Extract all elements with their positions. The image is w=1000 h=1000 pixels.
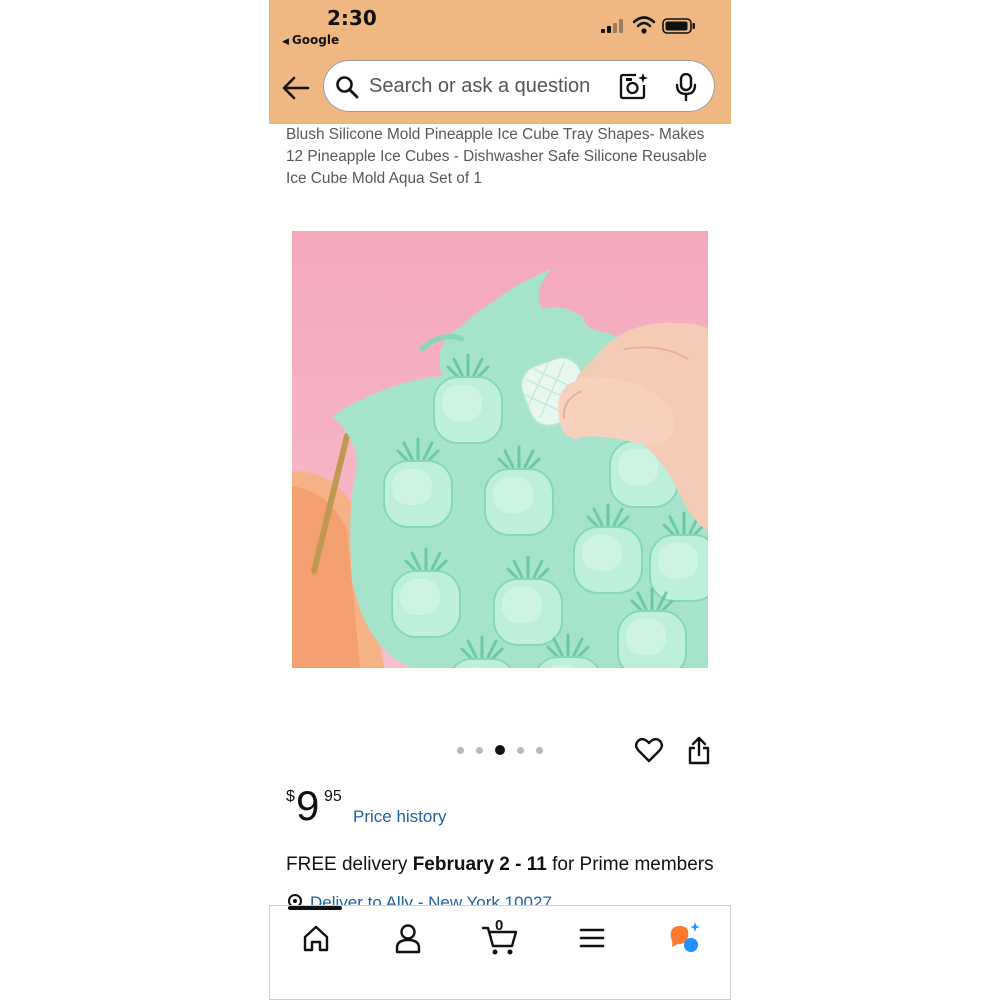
bottom-nav-bar: 0: [269, 905, 731, 1000]
back-to-app-link[interactable]: ◀ Google: [282, 33, 339, 47]
share-icon[interactable]: [687, 735, 711, 765]
product-title[interactable]: Blush Silicone Mold Pineapple Ice Cube T…: [286, 124, 721, 190]
carousel-dot[interactable]: [457, 746, 464, 754]
delivery-dates: February 2 - 11: [412, 854, 547, 875]
delivery-suffix: for Prime members: [546, 854, 714, 875]
menu-icon[interactable]: [572, 920, 612, 956]
product-image[interactable]: [292, 231, 708, 668]
rufus-assistant-icon[interactable]: [664, 920, 704, 956]
search-input[interactable]: [369, 73, 599, 99]
wifi-icon: [633, 16, 655, 34]
signal-icon: [601, 19, 623, 33]
cart-count: 0: [495, 917, 504, 934]
carousel-dot[interactable]: [536, 746, 543, 754]
price-history-link[interactable]: Price history: [353, 807, 447, 827]
battery-icon: [662, 18, 695, 34]
back-app-label: Google: [291, 33, 340, 47]
image-carousel-dots[interactable]: [457, 745, 543, 755]
carousel-dot[interactable]: [476, 746, 483, 754]
back-arrow-icon[interactable]: [281, 74, 311, 102]
price-fraction: 95: [324, 788, 342, 805]
app-header: 2:30 ◀ Google: [269, 0, 731, 124]
carousel-dot-active[interactable]: [495, 745, 505, 755]
search-icon: [336, 76, 359, 99]
carousel-dot[interactable]: [517, 746, 524, 754]
delivery-prefix: FREE delivery: [286, 854, 413, 875]
price-whole: 9: [296, 782, 320, 829]
phone-screen: 2:30 ◀ Google Search or ask a question B…: [269, 0, 731, 1000]
home-icon[interactable]: [296, 920, 336, 956]
heart-icon[interactable]: [635, 737, 663, 763]
active-tab-indicator: [288, 906, 342, 910]
camera-search-icon[interactable]: [619, 72, 649, 100]
search-bar[interactable]: [323, 60, 715, 112]
status-time: 2:30: [327, 6, 377, 30]
microphone-icon[interactable]: [675, 73, 697, 101]
price-currency: $: [286, 788, 295, 805]
account-icon[interactable]: [388, 920, 428, 956]
delivery-info: FREE delivery February 2 - 11 for Prime …: [286, 854, 714, 876]
cart-button[interactable]: 0: [480, 917, 520, 956]
